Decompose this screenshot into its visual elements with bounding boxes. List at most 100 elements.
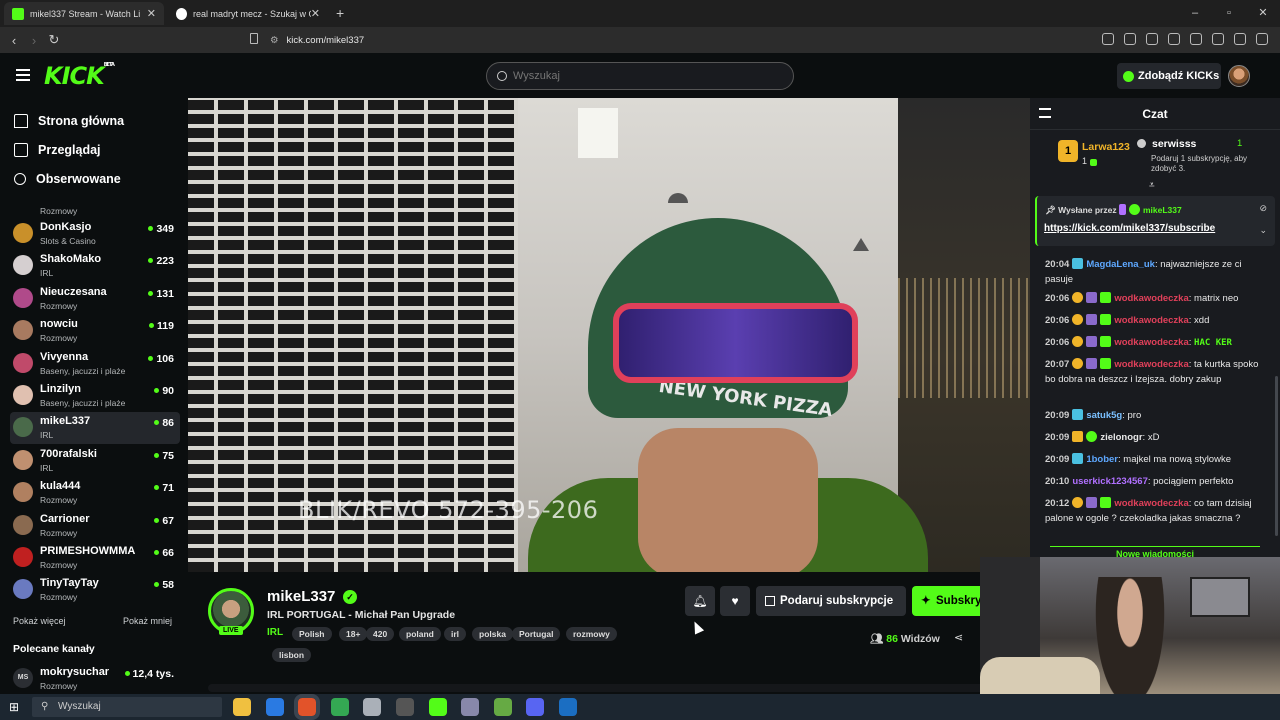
- app-icon[interactable]: [363, 698, 382, 716]
- kick-logo[interactable]: KICKBETA: [44, 62, 115, 90]
- message-user[interactable]: 1bober: [1086, 454, 1118, 465]
- kick-icon[interactable]: [428, 698, 447, 716]
- sidebar-channel-shakomako[interactable]: ShakoMako IRL 223: [10, 250, 180, 282]
- sidebar-channel-vivyenna[interactable]: Vivyenna Baseny, jacuzzi i plaże 106: [10, 348, 180, 380]
- chrome-icon[interactable]: [330, 698, 349, 716]
- browser-tab-active[interactable]: mikel337 Stream - Watch Liv ✕: [4, 2, 164, 25]
- sidebar-channel-carrioner[interactable]: Carrioner Rozmowy 67: [10, 510, 180, 542]
- sidebar-channel-mikel337[interactable]: mikeL337 IRL 86: [10, 412, 180, 445]
- sidebar-channel-nowciu[interactable]: nowciu Rozmowy 119: [10, 315, 180, 347]
- get-kicks-button[interactable]: Zdobądź KICKs: [1117, 63, 1221, 89]
- message-user[interactable]: MagdaLena_uk: [1086, 259, 1155, 270]
- stream-tag[interactable]: polska: [472, 627, 513, 641]
- extension-icon[interactable]: [1124, 33, 1136, 45]
- wallet-icon[interactable]: [1190, 33, 1202, 45]
- extension-icon[interactable]: [1102, 33, 1114, 45]
- expand-icon[interactable]: ⩡: [1149, 180, 1155, 191]
- stream-tag[interactable]: rozmowy: [566, 627, 617, 641]
- pinned-user[interactable]: mikeL337: [1143, 205, 1182, 215]
- url-field[interactable]: ⚙ kick.com/mikel337: [270, 30, 990, 50]
- stream-tag[interactable]: irl: [444, 627, 467, 641]
- chevron-down-icon[interactable]: ⌄: [1259, 225, 1267, 236]
- edge-icon[interactable]: [265, 698, 284, 716]
- bookmark-icon[interactable]: [250, 33, 258, 44]
- taskbar-search[interactable]: ⚲ Wyszukaj: [32, 697, 222, 717]
- stream-tag[interactable]: 420: [366, 627, 395, 641]
- stream-tag[interactable]: Polish: [292, 627, 332, 641]
- maximize-icon[interactable]: ▫: [1212, 0, 1246, 27]
- search-input[interactable]: [513, 70, 773, 82]
- show-more-link[interactable]: Pokaż więcej: [13, 616, 66, 626]
- message-user[interactable]: wodkawodeczka: [1114, 293, 1188, 304]
- brave-icon[interactable]: [294, 694, 321, 720]
- gift-subscriptions-button[interactable]: Podaruj subskrypcje: [756, 586, 906, 616]
- streamer-name[interactable]: mikeL337: [267, 588, 335, 605]
- menu-icon[interactable]: [1256, 33, 1268, 45]
- sidebar-channel-linzilyn[interactable]: Linzilyn Baseny, jacuzzi i plaże 90: [10, 380, 180, 412]
- obs-icon[interactable]: [396, 698, 414, 716]
- new-tab-button[interactable]: +: [336, 5, 344, 21]
- message-user[interactable]: wodkawodeczka: [1114, 337, 1188, 348]
- hide-pinned-icon[interactable]: ⊘: [1259, 203, 1267, 214]
- reload-icon[interactable]: ↻: [44, 32, 64, 48]
- notification-bell-button[interactable]: 🔔︎: [685, 586, 715, 616]
- minimize-icon[interactable]: –: [1178, 0, 1212, 27]
- channel-avatar: [13, 417, 33, 438]
- stream-tag[interactable]: 18+: [339, 627, 368, 641]
- stream-tag[interactable]: lisbon: [272, 648, 312, 662]
- back-icon[interactable]: ‹: [4, 33, 24, 48]
- show-less-link[interactable]: Pokaż mniej: [123, 616, 172, 626]
- vpn-icon[interactable]: [1234, 33, 1246, 45]
- crown-badge-icon: [1072, 431, 1084, 442]
- nav-following[interactable]: Obserwowane: [14, 172, 121, 186]
- video-player[interactable]: NEW YORK PIZZA BLIK/REVO 572-395-206: [188, 98, 1030, 572]
- steam-icon[interactable]: [559, 698, 577, 716]
- share-icon[interactable]: ⋖: [954, 631, 963, 644]
- windows-start-icon[interactable]: ⊞: [0, 700, 28, 714]
- nav-home[interactable]: Strona główna: [14, 114, 124, 128]
- gift-badge-icon: [1100, 336, 1112, 347]
- message-user[interactable]: wodkawodeczka: [1114, 498, 1188, 509]
- chat-scrollbar[interactable]: [1275, 376, 1278, 536]
- close-window-icon[interactable]: ✕: [1246, 0, 1280, 27]
- message-user[interactable]: wodkawodeczka: [1114, 315, 1188, 326]
- app-icon[interactable]: [493, 698, 512, 716]
- message-user[interactable]: userkick1234567: [1072, 476, 1148, 487]
- forward-icon[interactable]: ›: [24, 33, 44, 48]
- gifter-name[interactable]: serwisss: [1152, 138, 1196, 150]
- music-icon[interactable]: [1146, 33, 1158, 45]
- message-user[interactable]: satuk5g: [1086, 410, 1122, 421]
- follow-button[interactable]: ♥: [720, 586, 750, 616]
- browser-tab[interactable]: real madryt mecz - Szukaj w Google ✕: [168, 2, 328, 25]
- ai-icon[interactable]: [1212, 33, 1224, 45]
- sub-badge-icon: [1086, 358, 1098, 369]
- app-icon[interactable]: [461, 698, 480, 716]
- stream-category-link[interactable]: IRL: [267, 627, 283, 638]
- sidebar-channel-tinytaytay[interactable]: TinyTayTay Rozmowy 58: [10, 574, 180, 606]
- channel-name: TinyTayTay: [40, 577, 99, 590]
- sidebar-channel-donkasjo[interactable]: DonKasjo Slots & Casino 349: [10, 218, 180, 250]
- nav-browse[interactable]: Przeglądaj: [14, 143, 101, 157]
- close-tab-icon[interactable]: ✕: [147, 7, 156, 20]
- sidebar-icon[interactable]: [1168, 33, 1180, 45]
- pin-icon: 📌︎: [1045, 205, 1059, 215]
- search-bar[interactable]: [486, 62, 794, 90]
- sidebar-channel-primeshowmma[interactable]: PRIMESHOWMMA Rozmowy 66: [10, 542, 180, 574]
- close-tab-icon[interactable]: ✕: [311, 7, 320, 20]
- sidebar-channel-kula444[interactable]: kula444 Rozmowy 71: [10, 477, 180, 509]
- message-user[interactable]: zielonogr: [1100, 432, 1142, 443]
- file-explorer-icon[interactable]: [233, 698, 251, 716]
- stream-tag[interactable]: Portugal: [512, 627, 561, 641]
- pinned-link[interactable]: https://kick.com/mikel337/subscribe: [1044, 223, 1215, 234]
- sidebar-channel-700rafalski[interactable]: 700rafalski IRL 75: [10, 445, 180, 477]
- sidebar-channel-nieuczesana[interactable]: Nieuczesana Rozmowy 131: [10, 283, 180, 315]
- user-avatar[interactable]: [1228, 65, 1250, 87]
- stream-tag[interactable]: poland: [399, 627, 441, 641]
- recommended-channel-item[interactable]: MS mokrysuchar Rozmowy 12,4 tys.: [10, 663, 180, 695]
- site-info-icon[interactable]: ⚙: [270, 35, 279, 46]
- channel-name: nowciu: [40, 318, 78, 331]
- hamburger-menu-icon[interactable]: [16, 69, 30, 81]
- discord-icon[interactable]: [526, 698, 545, 716]
- message-user[interactable]: wodkawodeczka: [1114, 359, 1188, 370]
- top-gifter-name[interactable]: Larwa123: [1082, 141, 1130, 153]
